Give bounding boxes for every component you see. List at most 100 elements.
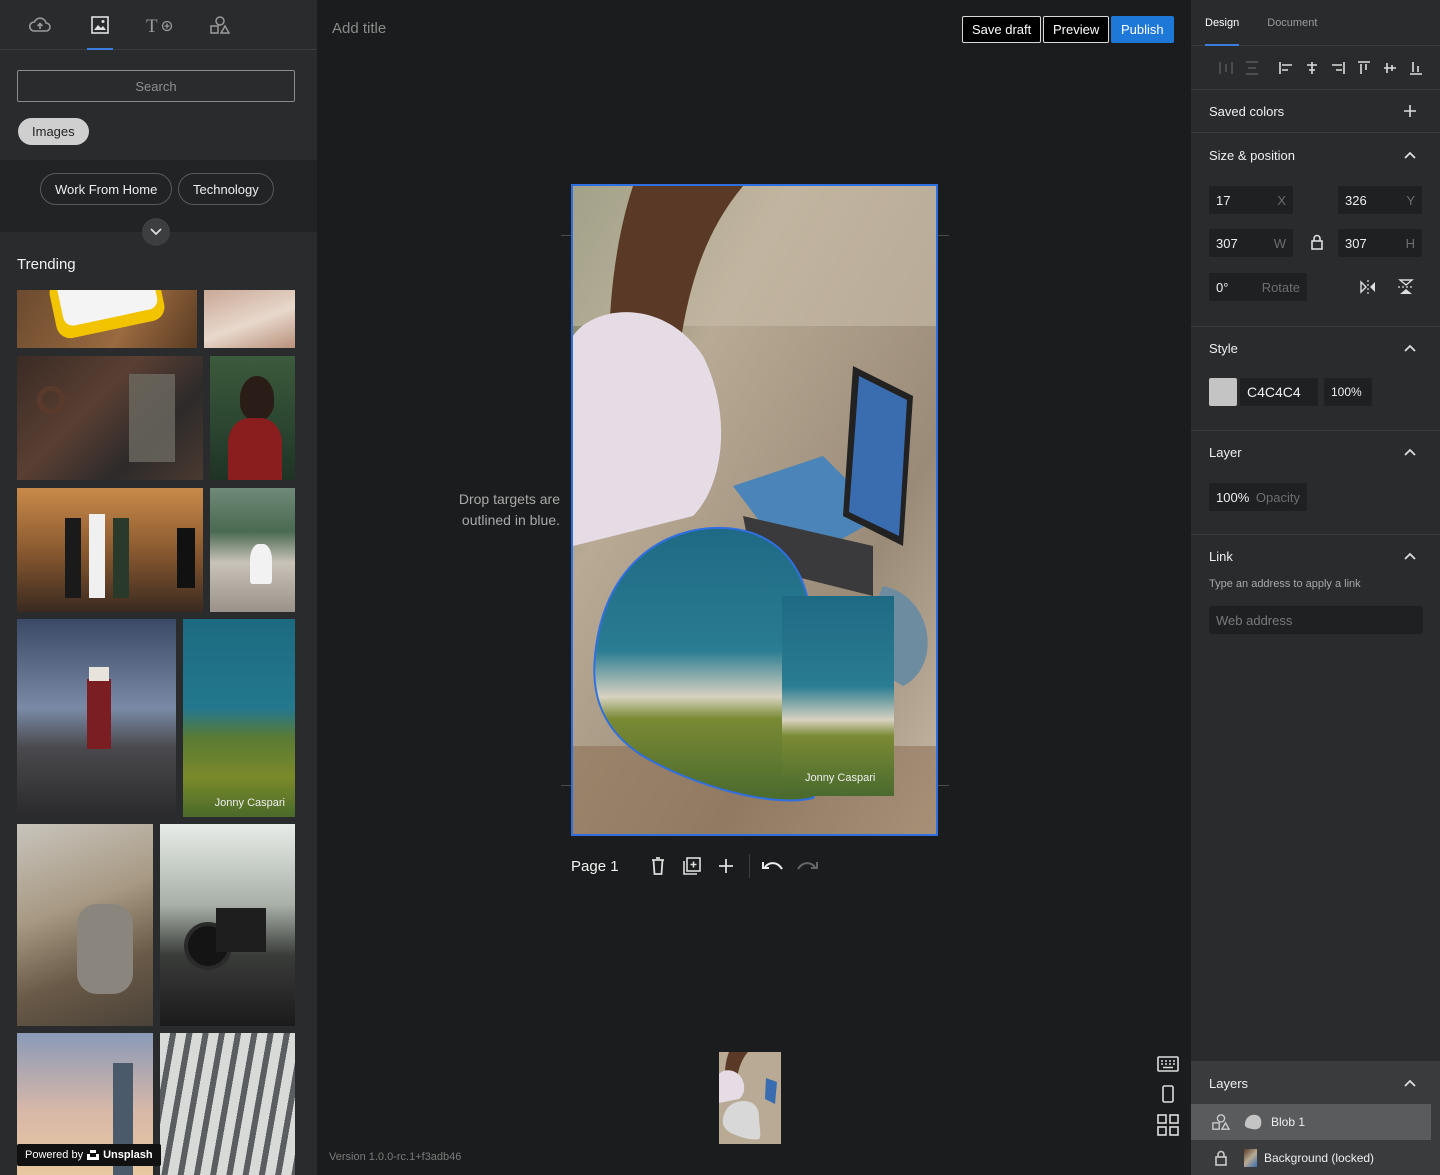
align-right-button[interactable] (1325, 58, 1351, 78)
media-thumb-camera[interactable] (160, 824, 295, 1026)
media-thumb-aerial[interactable]: Jonny Caspari (183, 619, 295, 817)
tab-upload[interactable] (10, 0, 70, 50)
photo-credit: Jonny Caspari (805, 772, 876, 784)
align-middle-button[interactable] (1377, 58, 1403, 78)
layers-panel: Layers Blob 1 Background (locked) (1191, 1061, 1440, 1175)
flip-vertical-icon[interactable] (1398, 279, 1414, 295)
page-thumbnail[interactable] (719, 1052, 781, 1144)
align-bottom-button[interactable] (1403, 58, 1429, 78)
rotate-field[interactable]: 0° Rotate (1209, 273, 1307, 301)
chevron-up-icon[interactable] (1403, 343, 1417, 353)
thumb-detail (250, 544, 272, 584)
tab-document[interactable]: Document (1267, 0, 1317, 46)
safe-zone-marker (937, 785, 949, 786)
keyboard-shortcuts-button[interactable] (1156, 1052, 1180, 1076)
undo-button[interactable] (756, 852, 790, 880)
color-opacity-field[interactable]: 100% (1324, 378, 1372, 406)
align-top-button[interactable] (1351, 58, 1377, 78)
category-chip-technology[interactable]: Technology (178, 173, 274, 205)
trash-icon (651, 857, 664, 875)
device-preview-button[interactable] (1156, 1082, 1180, 1106)
tab-media[interactable] (70, 0, 130, 50)
media-thumb-lighthouse[interactable] (17, 619, 176, 817)
page-canvas[interactable]: Jonny Caspari (571, 184, 938, 836)
saved-colors-heading: Saved colors (1209, 104, 1285, 119)
y-suffix: Y (1406, 192, 1415, 208)
chevron-down-icon (150, 228, 162, 236)
y-field[interactable]: 326 Y (1338, 186, 1422, 214)
category-chip-work-from-home[interactable]: Work From Home (40, 173, 173, 205)
media-thumb-backpack[interactable] (17, 824, 153, 1026)
preview-button[interactable]: Preview (1043, 16, 1110, 43)
background-thumbnail (1244, 1149, 1257, 1167)
distribute-vertical-icon (1246, 60, 1258, 75)
expand-categories-button[interactable] (142, 218, 170, 246)
distribute-horizontal-button[interactable] (1213, 58, 1239, 78)
delete-page-button[interactable] (641, 852, 675, 880)
media-thumb-studio[interactable] (17, 488, 203, 612)
section-divider (1191, 326, 1440, 327)
media-thumb-phone[interactable] (17, 290, 197, 348)
color-swatch[interactable] (1209, 378, 1237, 406)
alignment-toolbar (1191, 46, 1440, 90)
chevron-up-icon[interactable] (1403, 551, 1417, 561)
layer-item-blob[interactable]: Blob 1 (1191, 1104, 1431, 1140)
thumb-detail (129, 374, 175, 462)
align-center-button[interactable] (1299, 58, 1325, 78)
unsplash-attribution[interactable]: Powered by Unsplash (17, 1144, 161, 1166)
thumb-detail (37, 386, 65, 414)
width-field[interactable]: 307 W (1209, 229, 1293, 257)
tab-text[interactable]: T (130, 0, 190, 50)
thumb-detail (87, 679, 111, 749)
chevron-up-icon[interactable] (1403, 447, 1417, 457)
thumb-detail (113, 518, 129, 598)
thumb-detail (89, 514, 105, 598)
height-field[interactable]: 307 H (1338, 229, 1422, 257)
tab-shapes[interactable] (190, 0, 250, 50)
powered-by-label: Powered by (25, 1149, 84, 1161)
add-page-button[interactable] (709, 852, 743, 880)
text-icon: T (146, 16, 173, 35)
redo-button[interactable] (790, 852, 824, 880)
layer-opacity-field[interactable]: 100% Opacity (1209, 483, 1307, 511)
link-hint: Type an address to apply a link (1209, 578, 1361, 590)
media-thumb-beach[interactable] (210, 488, 295, 612)
media-thumb-wall[interactable] (17, 356, 203, 480)
search-placeholder: Search (135, 78, 177, 94)
publish-button[interactable]: Publish (1111, 16, 1174, 43)
layer-label: Blob 1 (1271, 1115, 1306, 1129)
toolbar-divider (748, 854, 750, 878)
rotate-suffix: Rotate (1261, 279, 1300, 295)
library-tabs: T (0, 0, 317, 50)
save-draft-button[interactable]: Save draft (962, 16, 1042, 43)
story-title-input[interactable]: Add title (332, 20, 386, 37)
cloud-upload-icon (28, 16, 51, 32)
duplicate-page-button[interactable] (675, 852, 709, 880)
filter-chip-images[interactable]: Images (18, 118, 89, 145)
web-address-input[interactable]: Web address (1209, 606, 1423, 634)
grid-view-button[interactable] (1156, 1113, 1180, 1137)
flip-horizontal-icon[interactable] (1359, 280, 1377, 294)
distribute-horizontal-icon (1219, 61, 1233, 74)
media-thumb-building[interactable] (160, 1033, 295, 1175)
thumb-detail (77, 904, 133, 994)
add-color-icon[interactable] (1403, 104, 1417, 118)
tab-design[interactable]: Design (1205, 0, 1240, 46)
drop-target-hint: Drop targets are outlined in blue. (458, 491, 560, 528)
chevron-up-icon[interactable] (1403, 1078, 1417, 1088)
media-thumb-woman-red[interactable] (210, 356, 295, 480)
x-field[interactable]: 17 X (1209, 186, 1293, 214)
media-thumb-portrait[interactable] (204, 290, 295, 348)
align-left-button[interactable] (1273, 58, 1299, 78)
page-toolbar: Page 1 (571, 852, 824, 880)
distribute-vertical-button[interactable] (1239, 58, 1265, 78)
color-hex-field[interactable]: C4C4C4 (1240, 378, 1318, 406)
grid-icon (1157, 1114, 1179, 1136)
lock-aspect-icon[interactable] (1310, 234, 1324, 250)
unsplash-logo-icon (87, 1150, 100, 1160)
search-input[interactable]: Search (17, 70, 295, 102)
size-position-heading: Size & position (1209, 148, 1295, 163)
chevron-up-icon[interactable] (1403, 150, 1417, 160)
layer-item-background[interactable]: Background (locked) (1191, 1140, 1431, 1175)
aerial-photo-overlay[interactable] (782, 596, 894, 796)
